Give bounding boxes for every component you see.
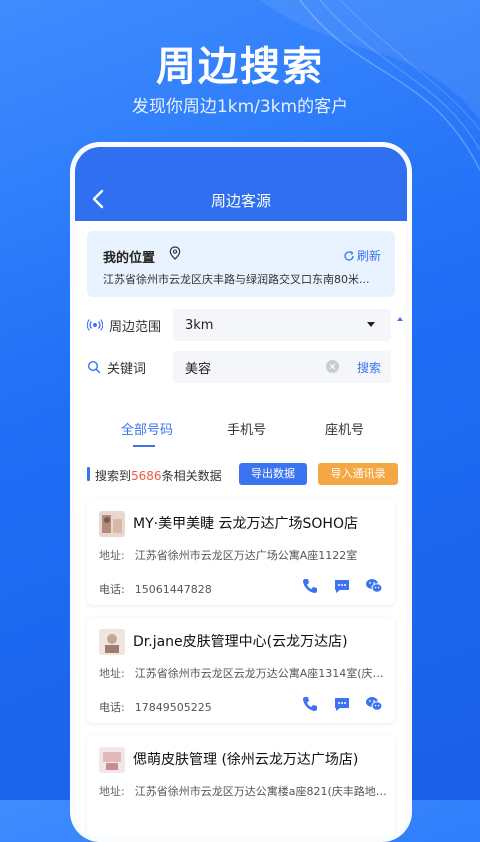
keyword-row: 关键词 搜索 <box>87 351 395 383</box>
wechat-icon[interactable] <box>365 695 383 713</box>
range-row: 周边范围 3km <box>87 309 403 341</box>
export-button[interactable]: 导出数据 <box>239 463 307 485</box>
hero-title: 周边搜索 <box>156 44 324 90</box>
message-icon[interactable] <box>333 695 351 713</box>
tab-mobile[interactable]: 手机号 <box>227 419 266 438</box>
listing-card[interactable]: Dr.jane皮肤管理中心(云龙万达店) 地址: 江苏省徐州市云龙区云龙万达公寓A… <box>87 617 395 723</box>
listing-phone: 电话: 17849505225 <box>99 699 212 715</box>
phone-frame: 周边客源 我的位置 刷新 江苏省徐州市云龙区庆丰路与绿润路交叉口东南80米... <box>70 142 412 842</box>
page-title: 周边客源 <box>210 192 271 210</box>
result-suffix: 条相关数据 <box>161 469 222 483</box>
shop-thumbnail <box>99 511 125 537</box>
message-icon[interactable] <box>333 577 351 595</box>
phone-label: 电话: <box>99 583 125 596</box>
listing-phone-text: 17849505225 <box>134 701 212 714</box>
chevron-down-icon <box>367 322 375 327</box>
tab-bar: 全部号码 手机号 座机号 <box>75 411 407 447</box>
location-title: 我的位置 <box>103 251 156 266</box>
listing-name: MY·美甲美睫 云龙万达广场SOHO店 <box>133 516 358 532</box>
phone-call-icon[interactable] <box>301 577 319 595</box>
tab-active-underline <box>133 445 155 447</box>
phone-call-icon[interactable] <box>301 695 319 713</box>
range-label: 周边范围 <box>109 319 162 335</box>
refresh-button[interactable]: 刷新 <box>343 247 381 264</box>
listing-phone-text: 15061447828 <box>134 583 212 596</box>
refresh-icon <box>344 250 354 261</box>
refresh-label: 刷新 <box>356 249 381 263</box>
range-label-group: 周边范围 <box>87 316 173 335</box>
result-text: 搜索到5686条相关数据 <box>95 467 222 484</box>
location-card: 我的位置 刷新 江苏省徐州市云龙区庆丰路与绿润路交叉口东南80米... <box>87 231 395 297</box>
import-contacts-button[interactable]: 导入通讯录 <box>318 463 398 485</box>
address-label: 地址: <box>99 785 125 798</box>
app-header: 周边客源 <box>75 147 407 221</box>
listing-address: 地址: 江苏省徐州市云龙区万达广场公寓A座1122室 <box>99 547 389 563</box>
phone-label: 电话: <box>99 701 125 714</box>
listing-name: 偲萌皮肤管理 (徐州云龙万达广场店) <box>133 752 359 768</box>
range-select[interactable]: 3km <box>173 309 403 341</box>
result-summary: 搜索到5686条相关数据 导出数据 导入通讯录 <box>87 463 398 487</box>
listing-card[interactable]: 偲萌皮肤管理 (徐州云龙万达广场店) 地址: 江苏省徐州市云龙区万达公寓楼a座82… <box>87 735 395 837</box>
result-prefix: 搜索到 <box>95 469 132 483</box>
listing-name: Dr.jane皮肤管理中心(云龙万达店) <box>133 634 348 650</box>
search-button[interactable]: 搜索 <box>357 359 381 376</box>
listing-phone: 电话: 15061447828 <box>99 581 212 597</box>
location-pin-icon <box>169 246 181 260</box>
listing-address-text: 江苏省徐州市云龙区云龙万达公寓A座1314室(庆丰路... <box>134 667 389 680</box>
result-accent-bar <box>87 467 90 481</box>
clear-icon[interactable] <box>326 360 339 373</box>
collapse-indicator-icon <box>397 317 403 321</box>
tab-all-numbers[interactable]: 全部号码 <box>121 419 173 438</box>
radar-icon <box>87 319 103 331</box>
listing-address-text: 江苏省徐州市云龙区万达广场公寓A座1122室 <box>134 549 358 562</box>
keyword-label-group: 关键词 <box>87 358 173 377</box>
keyword-input[interactable] <box>185 359 315 375</box>
address-label: 地址: <box>99 549 125 562</box>
range-value: 3km <box>185 317 214 333</box>
keyword-label: 关键词 <box>107 361 147 377</box>
address-label: 地址: <box>99 667 125 680</box>
listing-address: 地址: 江苏省徐州市云龙区云龙万达公寓A座1314室(庆丰路... <box>99 665 389 681</box>
listing-address: 地址: 江苏省徐州市云龙区万达公寓楼a座821(庆丰路地铁... <box>99 783 389 799</box>
shop-thumbnail <box>99 747 125 773</box>
listing-address-text: 江苏省徐州市云龙区万达公寓楼a座821(庆丰路地铁... <box>134 785 389 798</box>
result-count: 5686 <box>131 469 162 483</box>
wechat-icon[interactable] <box>365 577 383 595</box>
tab-landline[interactable]: 座机号 <box>325 419 364 438</box>
hero-subtitle: 发现你周边1km/3km的客户 <box>131 97 349 117</box>
listing-card[interactable]: MY·美甲美睫 云龙万达广场SOHO店 地址: 江苏省徐州市云龙区万达广场公寓A座… <box>87 499 395 605</box>
location-address: 江苏省徐州市云龙区庆丰路与绿润路交叉口东南80米... <box>103 273 370 286</box>
content-area: 我的位置 刷新 江苏省徐州市云龙区庆丰路与绿润路交叉口东南80米... 周边范围… <box>75 221 407 837</box>
search-icon <box>87 360 101 374</box>
keyword-field: 搜索 <box>173 351 391 383</box>
shop-thumbnail <box>99 629 125 655</box>
